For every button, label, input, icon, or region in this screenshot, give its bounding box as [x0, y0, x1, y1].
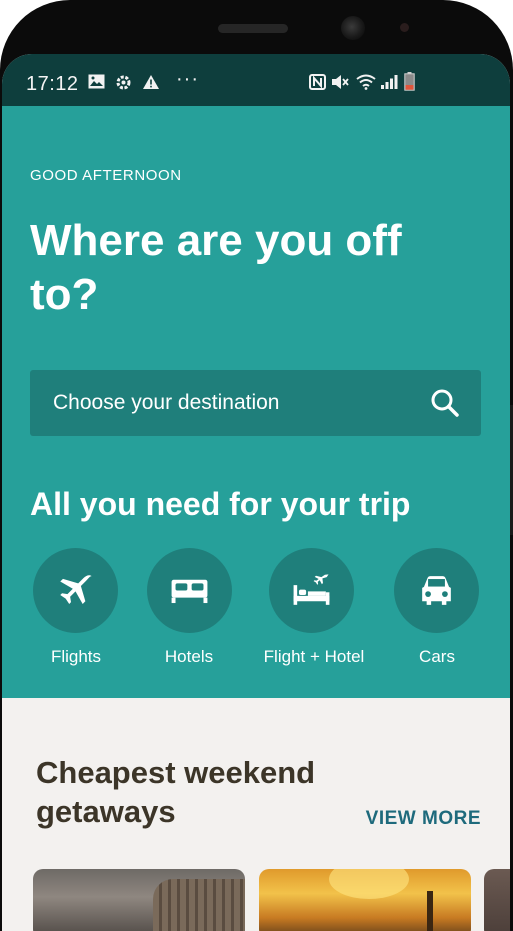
flight-hotel-icon: [293, 574, 330, 605]
car-icon: [422, 576, 451, 605]
status-time: 17:12: [26, 73, 79, 95]
hero-section: GOOD AFTERNOON Where are you off to? Cho…: [2, 106, 510, 698]
search-icon[interactable]: [429, 387, 461, 419]
view-more-link[interactable]: VIEW MORE: [366, 808, 481, 830]
image-icon: [88, 74, 105, 94]
getaway-card-barcelona[interactable]: [259, 869, 471, 931]
colosseum-image: [153, 879, 245, 931]
destination-search-input[interactable]: Choose your destination: [30, 370, 481, 436]
settings-icon: [115, 74, 132, 96]
wifi-icon: [356, 74, 376, 95]
signal-icon: [380, 74, 398, 95]
getaways-title: Cheapest weekend getaways: [36, 755, 316, 829]
category-hotels[interactable]: Hotels: [118, 548, 258, 678]
mute-icon: [331, 74, 349, 95]
phone-body: 17:12 ··· GOOD AFTERNOON Where are you o…: [0, 0, 513, 931]
airplane-icon: [60, 575, 92, 604]
app-screen: 17:12 ··· GOOD AFTERNOON Where are you o…: [2, 54, 510, 931]
front-camera: [341, 16, 365, 40]
more-dots-icon: ···: [176, 68, 199, 90]
warning-icon: [142, 74, 160, 95]
bed-icon: [171, 579, 208, 604]
tower-silhouette: [427, 891, 433, 931]
category-flight-hotel[interactable]: Flight + Hotel: [242, 548, 382, 678]
flights-circle: [33, 548, 118, 633]
category-label: Hotels: [164, 647, 214, 666]
category-cars[interactable]: Cars: [367, 548, 507, 678]
category-label: Cars: [419, 647, 455, 666]
page-title: Where are you off to?: [30, 216, 402, 319]
cars-circle: [394, 548, 479, 633]
getaway-card-rome[interactable]: [33, 869, 245, 931]
greeting-text: GOOD AFTERNOON: [30, 167, 182, 184]
search-placeholder: Choose your destination: [53, 391, 280, 414]
battery-icon: [404, 72, 415, 96]
status-bar: 17:12 ···: [2, 54, 510, 106]
proximity-sensor: [400, 23, 409, 32]
nfc-icon: [309, 74, 326, 95]
hotels-circle: [147, 548, 232, 633]
flight-hotel-circle: [269, 548, 354, 633]
device-frame: 17:12 ··· GOOD AFTERNOON Where are you o…: [0, 0, 513, 931]
getaways-section: Cheapest weekend getaways VIEW MORE: [2, 698, 510, 931]
trip-section-title: All you need for your trip: [30, 486, 411, 522]
sunset-image: [329, 869, 409, 899]
category-label: Flight + Hotel: [263, 647, 365, 666]
earpiece-speaker: [218, 24, 288, 33]
getaway-card-partial[interactable]: [484, 869, 510, 931]
